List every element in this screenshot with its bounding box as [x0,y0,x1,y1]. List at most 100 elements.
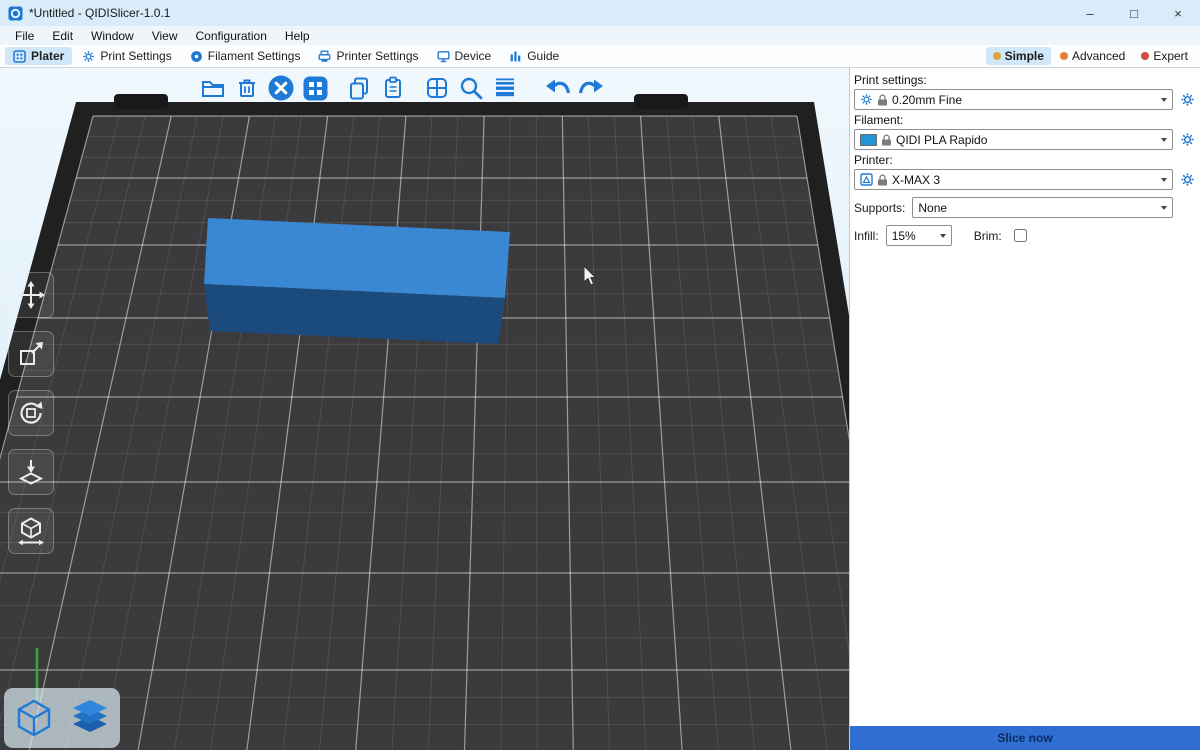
printer-gear-button[interactable] [1178,172,1196,187]
gear-icon [1180,92,1195,107]
sidebar-body: Print settings: 0.20mm Fine Filament: [850,68,1200,726]
menu-configuration[interactable]: Configuration [187,29,276,43]
tab-label: Print Settings [100,49,171,63]
open-folder-icon [200,75,226,101]
tab-plater[interactable]: Plater [5,47,72,65]
search-button[interactable] [454,71,488,105]
arrange-icon [302,75,329,102]
printer-row: X-MAX 3 [854,169,1196,190]
filament-icon [190,50,203,63]
minimize-button[interactable]: – [1068,0,1112,26]
layers-view-button[interactable] [64,692,116,744]
tab-filament-settings[interactable]: Filament Settings [182,47,309,65]
tab-label: Filament Settings [208,49,301,63]
split-icon [424,75,450,101]
plater-icon [13,50,26,63]
build-plate-scene [0,68,849,750]
expert-mode-dot-icon [1141,52,1149,60]
menu-view[interactable]: View [143,29,187,43]
scale-icon [16,339,46,369]
chevron-down-icon [1161,138,1167,142]
close-button[interactable]: × [1156,0,1200,26]
layer-height-button[interactable] [488,71,522,105]
gear-icon [1180,132,1195,147]
viewport-3d[interactable] [0,68,849,750]
filament-gear-button[interactable] [1178,132,1196,147]
printer-label: Printer: [854,153,1196,167]
copy-icon [346,75,372,101]
build-plate-surface [0,116,849,750]
supports-value: None [918,201,1156,215]
delete-button[interactable] [230,71,264,105]
open-button[interactable] [196,71,230,105]
gizmo-toolbar [8,272,54,554]
delete-all-button[interactable] [264,71,298,105]
paste-button[interactable] [376,71,410,105]
tab-label: Printer Settings [336,49,418,63]
printer-icon [318,50,331,63]
copy-button[interactable] [342,71,376,105]
cut-tool-button[interactable] [8,508,54,554]
filament-value: QIDI PLA Rapido [896,133,1156,147]
printer-value: X-MAX 3 [892,173,1156,187]
menu-window[interactable]: Window [82,29,143,43]
print-settings-gear-button[interactable] [1178,92,1196,107]
plate-clip-left [114,94,168,109]
supports-select[interactable]: None [912,197,1173,218]
mode-expert[interactable]: Expert [1134,47,1195,65]
menu-file[interactable]: File [6,29,43,43]
tab-label: Plater [31,49,64,63]
mode-label: Expert [1153,49,1188,63]
mode-simple[interactable]: Simple [986,47,1051,65]
infill-value: 15% [892,229,935,243]
app-icon [8,6,23,21]
printer-select[interactable]: X-MAX 3 [854,169,1173,190]
trash-icon [234,75,260,101]
mode-label: Advanced [1072,49,1125,63]
place-on-face-icon [16,457,46,487]
place-on-face-tool-button[interactable] [8,449,54,495]
tab-guide[interactable]: Guide [501,47,567,65]
undo-icon [544,77,571,100]
paste-icon [380,75,406,101]
tabbar: Plater Print Settings Filament Settings … [0,45,1200,68]
view-switcher [4,688,120,748]
3d-view-button[interactable] [8,692,60,744]
rotate-icon [16,398,46,428]
gear-icon [860,93,873,106]
filament-label: Filament: [854,113,1196,127]
supports-label: Supports: [854,201,905,215]
guide-icon [509,50,522,63]
maximize-button[interactable]: □ [1112,0,1156,26]
print-settings-select[interactable]: 0.20mm Fine [854,89,1173,110]
gear-icon [1180,172,1195,187]
qidislicer-window: *Untitled - QIDISlicer-1.0.1 – □ × File … [0,0,1200,750]
main-area: Print settings: 0.20mm Fine Filament: [0,68,1200,750]
sidebar: Print settings: 0.20mm Fine Filament: [849,68,1200,750]
menu-edit[interactable]: Edit [43,29,82,43]
supports-row: Supports: None [854,197,1173,218]
scale-tool-button[interactable] [8,331,54,377]
model-object[interactable] [204,218,510,344]
print-settings-label: Print settings: [854,73,1196,87]
mode-advanced[interactable]: Advanced [1053,47,1132,65]
viewport-toolbar [196,71,608,105]
tab-printer-settings[interactable]: Printer Settings [310,47,426,65]
slice-now-button[interactable]: Slice now [850,726,1200,750]
delete-all-icon [267,74,295,102]
redo-button[interactable] [574,71,608,105]
brim-checkbox[interactable] [1014,229,1027,242]
tab-device[interactable]: Device [429,47,500,65]
filament-select[interactable]: QIDI PLA Rapido [854,129,1173,150]
window-title: *Untitled - QIDISlicer-1.0.1 [29,6,170,20]
rotate-tool-button[interactable] [8,390,54,436]
cut-icon [16,516,46,546]
move-tool-button[interactable] [8,272,54,318]
split-button[interactable] [420,71,454,105]
undo-button[interactable] [540,71,574,105]
arrange-button[interactable] [298,71,332,105]
menu-help[interactable]: Help [276,29,319,43]
tab-print-settings[interactable]: Print Settings [74,47,179,65]
infill-select[interactable]: 15% [886,225,952,246]
brim-label: Brim: [974,229,1002,243]
